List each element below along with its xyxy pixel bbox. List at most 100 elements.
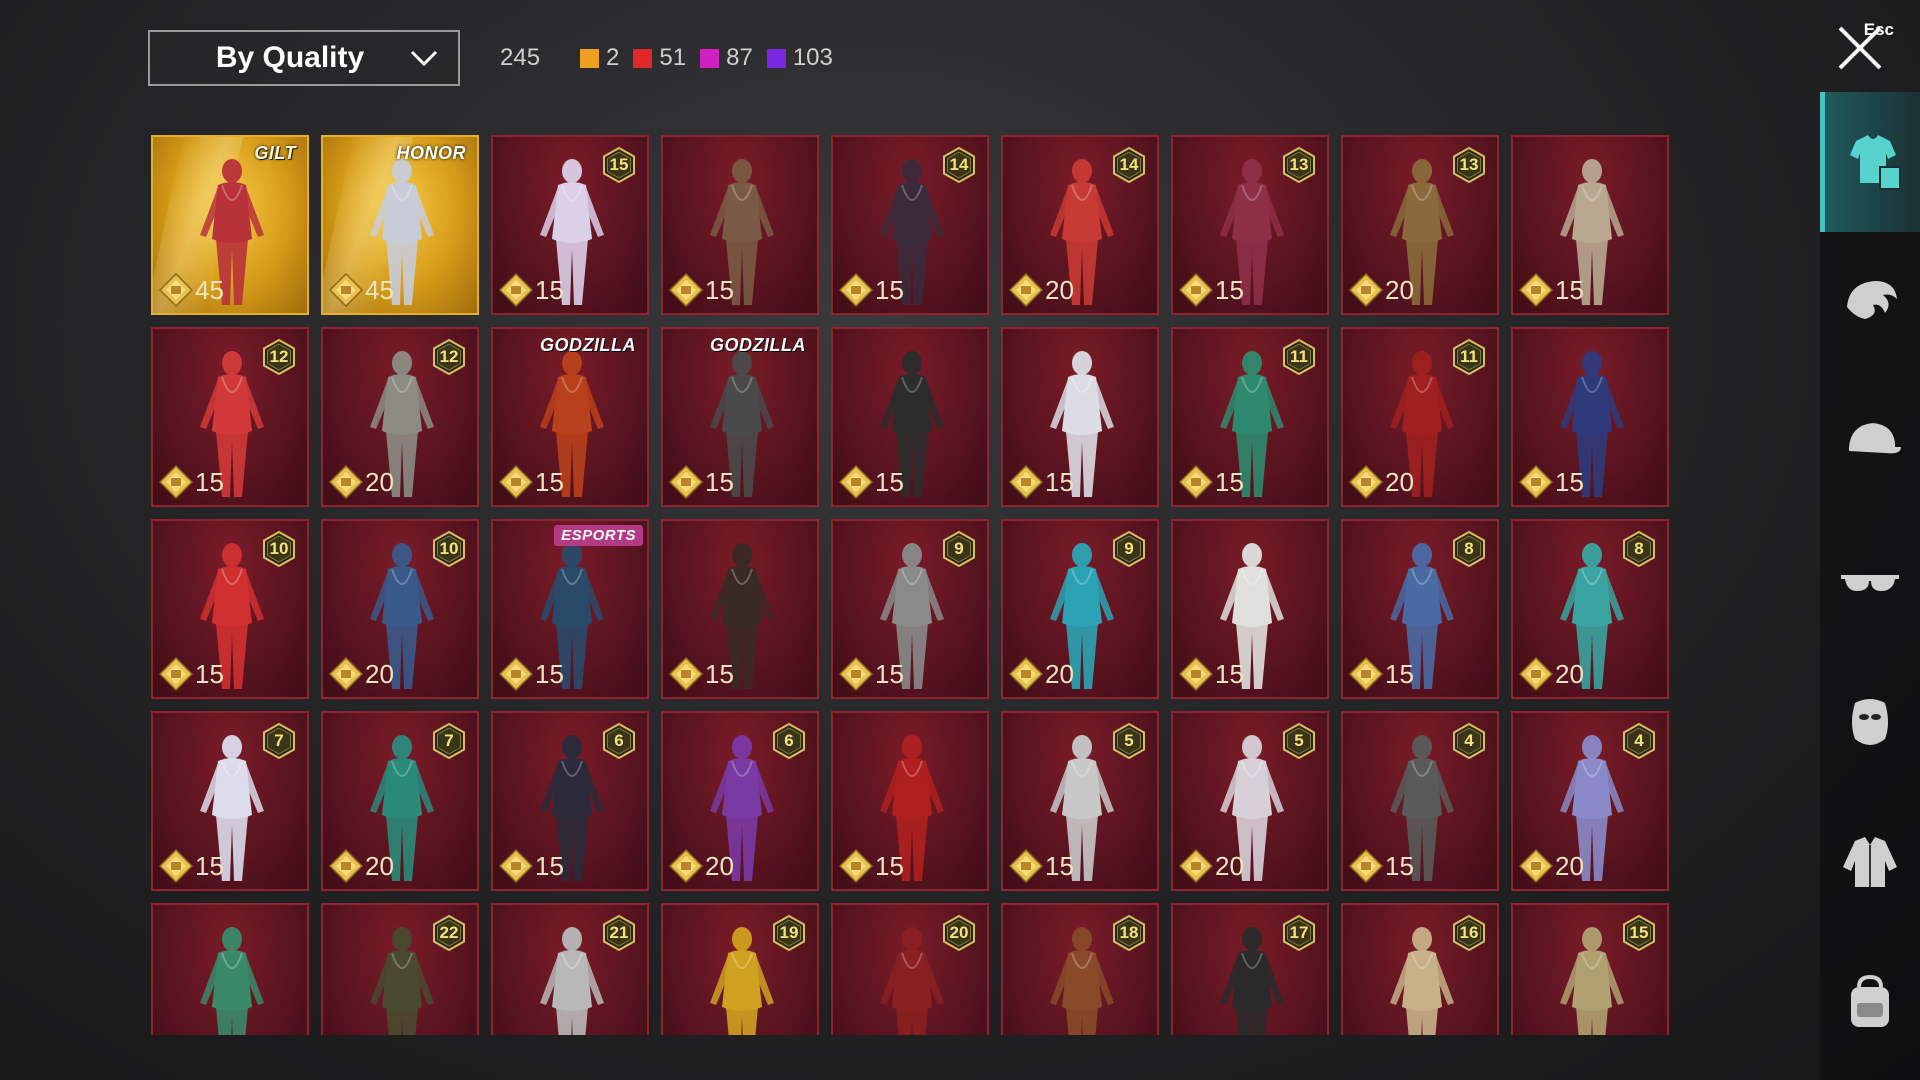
outfit-card[interactable]: 15 — [1511, 903, 1669, 1035]
outfit-card[interactable]: 19 — [661, 903, 819, 1035]
crate-cost-value: 15 — [195, 658, 224, 689]
outfit-card[interactable]: 15 — [661, 519, 819, 699]
crate-cost: 15 — [159, 849, 224, 883]
crate-cost-value: 15 — [1385, 658, 1414, 689]
outfit-card[interactable]: 5 20 — [1171, 711, 1329, 891]
crate-cost: 20 — [329, 849, 394, 883]
category-tab-glasses[interactable] — [1820, 512, 1920, 652]
premium-crate-icon — [159, 273, 193, 307]
outfit-card[interactable]: HONOR 45 — [321, 135, 479, 315]
level-badge-value: 6 — [614, 731, 624, 750]
outfit-card[interactable]: 4 15 — [1341, 711, 1499, 891]
outfit-card[interactable]: 12 15 — [151, 327, 309, 507]
level-badge-value: 10 — [269, 539, 289, 558]
crate-cost-value: 15 — [1555, 466, 1584, 497]
level-badge: 10 — [431, 531, 467, 567]
crate-cost: 45 — [329, 273, 394, 307]
quality-filter-dropdown[interactable]: By Quality — [148, 30, 460, 86]
jacket-icon — [1843, 837, 1897, 887]
outfit-card[interactable]: 12 20 — [321, 327, 479, 507]
level-badge: 4 — [1451, 723, 1487, 759]
premium-crate-icon — [1349, 273, 1383, 307]
category-tab-hair[interactable] — [1820, 232, 1920, 372]
quality-counts: 245 2 51 87 103 — [500, 40, 847, 76]
close-button[interactable]: Esc — [1836, 20, 1896, 74]
outfit-card[interactable]: 15 15 — [491, 135, 649, 315]
crate-cost-value: 20 — [1385, 466, 1414, 497]
outfit-card[interactable]: 21 — [491, 903, 649, 1035]
premium-crate-icon — [1519, 273, 1553, 307]
outfit-card[interactable]: 15 — [1511, 327, 1669, 507]
outfit-card[interactable]: 15 — [661, 135, 819, 315]
premium-crate-icon — [1519, 657, 1553, 691]
outfit-card[interactable]: 9 20 — [1001, 519, 1159, 699]
crate-cost-value: 15 — [705, 466, 734, 497]
outfit-card[interactable]: 15 — [831, 711, 989, 891]
crate-cost: 15 — [499, 273, 564, 307]
outfit-card[interactable]: GODZILLA 15 — [491, 327, 649, 507]
outfit-card[interactable]: GODZILLA 15 — [661, 327, 819, 507]
level-badge-value: 4 — [1634, 731, 1644, 750]
outfit-card[interactable]: 10 15 — [151, 519, 309, 699]
outfit-card[interactable]: 15 — [1171, 519, 1329, 699]
premium-crate-icon — [1519, 465, 1553, 499]
outfit-card[interactable]: 7 20 — [321, 711, 479, 891]
crate-cost: 15 — [1179, 657, 1244, 691]
category-tab-bag[interactable] — [1820, 932, 1920, 1072]
level-badge: 11 — [1281, 339, 1317, 375]
outfit-card[interactable]: 14 15 — [831, 135, 989, 315]
level-badge: 4 — [1621, 723, 1657, 759]
outfit-card[interactable]: 15 — [831, 327, 989, 507]
rare-count: 103 — [766, 44, 833, 72]
outfit-card[interactable]: 8 15 — [1341, 519, 1499, 699]
crate-cost-value: 15 — [1215, 658, 1244, 689]
outfit-card[interactable]: 20 — [831, 903, 989, 1035]
premium-crate-icon — [499, 273, 533, 307]
outfit-card[interactable]: 11 20 — [1341, 327, 1499, 507]
premium-crate-icon — [159, 465, 193, 499]
premium-crate-icon — [499, 849, 533, 883]
outfit-card[interactable]: 10 20 — [321, 519, 479, 699]
crate-cost-value: 20 — [365, 466, 394, 497]
crate-cost: 15 — [1179, 273, 1244, 307]
crate-cost-value: 15 — [535, 274, 564, 305]
outfit-card[interactable]: 18 — [1001, 903, 1159, 1035]
outfit-card[interactable]: 13 15 — [1171, 135, 1329, 315]
outfit-card[interactable]: 9 15 — [831, 519, 989, 699]
category-tab-mask[interactable] — [1820, 652, 1920, 792]
outfit-card[interactable]: 5 15 — [1001, 711, 1159, 891]
outfit-card[interactable]: 7 15 — [151, 711, 309, 891]
category-tab-jacket[interactable] — [1820, 792, 1920, 932]
outfit-card[interactable]: 6 15 — [491, 711, 649, 891]
outfit-card[interactable]: 8 20 — [1511, 519, 1669, 699]
outfit-card[interactable]: 15 — [1511, 135, 1669, 315]
legendary-count: 2 — [580, 44, 619, 72]
premium-crate-icon — [839, 849, 873, 883]
level-badge: 10 — [261, 531, 297, 567]
level-badge-value: 20 — [949, 923, 969, 942]
outfit-card[interactable]: 6 20 — [661, 711, 819, 891]
level-badge-value: 8 — [1634, 539, 1644, 558]
category-tab-cap[interactable] — [1820, 372, 1920, 512]
crate-cost-value: 15 — [875, 466, 904, 497]
mythic-count: 51 — [633, 44, 686, 72]
outfit-card[interactable]: 16 — [1341, 903, 1499, 1035]
outfit-card[interactable]: 22 — [321, 903, 479, 1035]
level-badge: 7 — [431, 723, 467, 759]
level-badge-value: 12 — [269, 347, 289, 366]
outfit-card[interactable] — [151, 903, 309, 1035]
crate-cost-value: 45 — [195, 274, 224, 305]
crate-cost-value: 15 — [1385, 850, 1414, 881]
outfit-card[interactable]: 15 — [1001, 327, 1159, 507]
outfit-card[interactable]: 17 — [1171, 903, 1329, 1035]
category-tab-outfit[interactable] — [1820, 92, 1920, 232]
outfit-card[interactable]: 13 20 — [1341, 135, 1499, 315]
outfit-card[interactable]: ESPORTS 15 — [491, 519, 649, 699]
outfit-card[interactable]: GILT 45 — [151, 135, 309, 315]
outfit-card[interactable]: 14 20 — [1001, 135, 1159, 315]
outfit-card[interactable]: 4 20 — [1511, 711, 1669, 891]
outfit-card[interactable]: 11 15 — [1171, 327, 1329, 507]
crate-cost: 15 — [669, 657, 734, 691]
premium-crate-icon — [839, 273, 873, 307]
crate-cost-value: 20 — [365, 850, 394, 881]
